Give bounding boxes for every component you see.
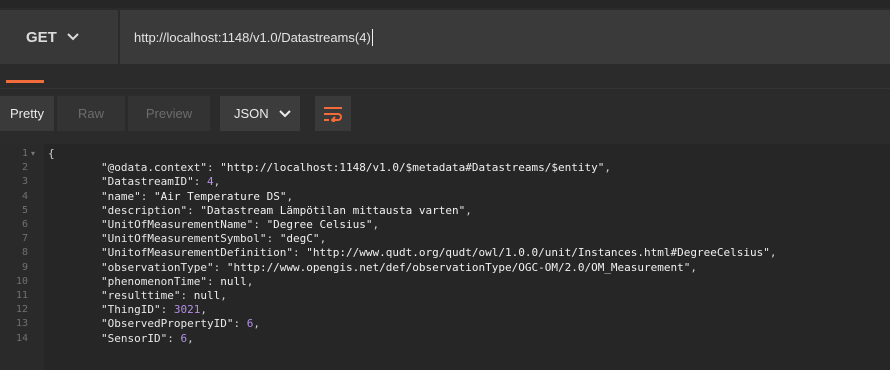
chevron-down-icon — [278, 109, 291, 117]
request-bar: GET http://localhost:1148/v1.0/Datastrea… — [0, 0, 890, 70]
response-toolbar: Pretty Raw Preview JSON — [0, 89, 890, 144]
wrap-lines-button[interactable] — [315, 96, 351, 131]
line-number: 10 — [15, 275, 28, 287]
code-line: 7 "UnitOfMeasurementSymbol": "degC", — [0, 232, 890, 246]
json-value: "http://localhost:1148/v1.0/$metadata#Da… — [220, 161, 605, 175]
code-text: "UnitOfMeasurementName": "Degree Celsius… — [100, 218, 380, 231]
json-key: "UnitOfMeasurementSymbol" — [100, 232, 267, 246]
format-dropdown[interactable]: JSON — [220, 96, 300, 131]
json-key: "SensorID" — [100, 331, 168, 345]
json-key: "@odata.context" — [100, 161, 207, 175]
code-line: 8 "UnitofMeasurementDefinition": "http:/… — [0, 246, 890, 260]
line-number: 11 — [15, 290, 28, 301]
url-text: http://localhost:1148/v1.0/Datastreams(4… — [134, 29, 371, 45]
json-key: "ThingID" — [100, 303, 161, 317]
json-value: "http://www.opengis.net/def/observationT… — [226, 260, 691, 274]
code-text: "ThingID": 3021, — [100, 303, 207, 317]
pretty-button[interactable]: Pretty — [0, 96, 54, 131]
code-line: 2 "@odata.context": "http://localhost:11… — [0, 161, 890, 175]
json-key: "DatastreamID" — [100, 175, 194, 189]
raw-label: Raw — [77, 106, 104, 121]
code-line: 6 "UnitOfMeasurementName": "Degree Celsi… — [0, 218, 890, 232]
line-number: 14 — [15, 332, 28, 344]
text-cursor — [371, 28, 373, 46]
code-line: 4 "name": "Air Temperature DS", — [0, 190, 890, 204]
code-text: "UnitofMeasurementDefinition": "http://w… — [100, 246, 777, 260]
json-key: "observationType" — [100, 260, 214, 274]
json-value: 3021 — [173, 303, 201, 317]
code-text: "name": "Air Temperature DS", — [100, 189, 294, 203]
json-value: "Datastream Lämpötilan mittausta varten" — [200, 203, 466, 217]
code-text: "phenomenonTime": null, — [100, 274, 254, 288]
line-number: 5 — [21, 204, 28, 216]
code-line: 13 "ObservedPropertyID": 6, — [0, 317, 890, 331]
method-label: GET — [26, 28, 57, 46]
wrap-lines-icon — [324, 106, 342, 122]
json-key: "UnitOfMeasurementName" — [100, 218, 254, 231]
raw-button[interactable]: Raw — [57, 96, 125, 131]
method-dropdown[interactable]: GET — [0, 10, 118, 64]
code-text: "DatastreamID": 4, — [100, 175, 221, 189]
fold-toggle-icon[interactable]: ▾ — [31, 147, 35, 161]
chevron-down-icon — [67, 33, 79, 41]
pretty-label: Pretty — [10, 106, 44, 121]
json-value: "degC" — [279, 232, 320, 246]
json-value: "http://www.qudt.org/qudt/owl/1.0.0/unit… — [306, 246, 770, 260]
format-label: JSON — [234, 106, 269, 121]
json-key: "phenomenonTime" — [100, 274, 207, 288]
code-text: "resulttime": null, — [100, 289, 227, 302]
json-value: null — [193, 289, 221, 302]
response-tabs — [0, 70, 890, 90]
window-edge — [0, 0, 890, 8]
code-line: 1 ▾ { — [0, 147, 890, 161]
json-key: "ObservedPropertyID" — [100, 317, 234, 331]
response-body-editor[interactable]: 1 ▾ {2 "@odata.context": "http://localhost… — [0, 144, 890, 370]
url-input[interactable]: http://localhost:1148/v1.0/Datastreams(4… — [120, 10, 890, 64]
line-number: 7 — [21, 233, 28, 245]
code-text: "UnitOfMeasurementSymbol": "degC", — [100, 232, 327, 246]
code-line: 9 "observationType": "http://www.opengis… — [0, 261, 890, 275]
line-number: 12 — [15, 304, 28, 316]
code-text: "ObservedPropertyID": 6, — [100, 317, 260, 331]
line-number: 9 — [21, 261, 28, 273]
line-number: 13 — [15, 318, 28, 330]
code-text: "observationType": "http://www.opengis.n… — [100, 260, 698, 274]
code-line: 11 "resulttime": null, — [0, 289, 890, 303]
json-value: "Degree Celsius" — [266, 218, 373, 231]
preview-label: Preview — [145, 106, 193, 121]
active-tab-indicator — [6, 80, 44, 83]
line-number: 4 — [21, 190, 28, 202]
json-key: "UnitofMeasurementDefinition" — [100, 246, 294, 260]
line-number: 1 — [21, 148, 28, 159]
code-line: 12 "ThingID": 3021, — [0, 303, 890, 317]
line-number: 6 — [21, 219, 28, 230]
code-text: "@odata.context": "http://localhost:1148… — [100, 161, 611, 175]
json-value: null — [220, 274, 247, 288]
code-line: 14 "SensorID": 6, — [0, 332, 890, 346]
json-key: "description" — [100, 203, 188, 217]
line-number: 2 — [21, 162, 28, 174]
json-value: "Air Temperature DS" — [153, 189, 287, 203]
code-text: "SensorID": 6, — [100, 331, 194, 345]
json-key: "name" — [100, 189, 141, 203]
code-text: { — [48, 147, 55, 160]
line-number: 8 — [21, 247, 28, 259]
code-line: 5 "description": "Datastream Lämpötilan … — [0, 204, 890, 218]
code-text: "description": "Datastream Lämpötilan mi… — [100, 203, 472, 217]
json-value: 4 — [206, 175, 214, 189]
line-number: 3 — [21, 176, 28, 188]
preview-button[interactable]: Preview — [128, 96, 210, 131]
json-key: "resulttime" — [100, 289, 181, 302]
code-line: 10 "phenomenonTime": null, — [0, 275, 890, 289]
code-line: 3 "DatastreamID": 4, — [0, 175, 890, 189]
